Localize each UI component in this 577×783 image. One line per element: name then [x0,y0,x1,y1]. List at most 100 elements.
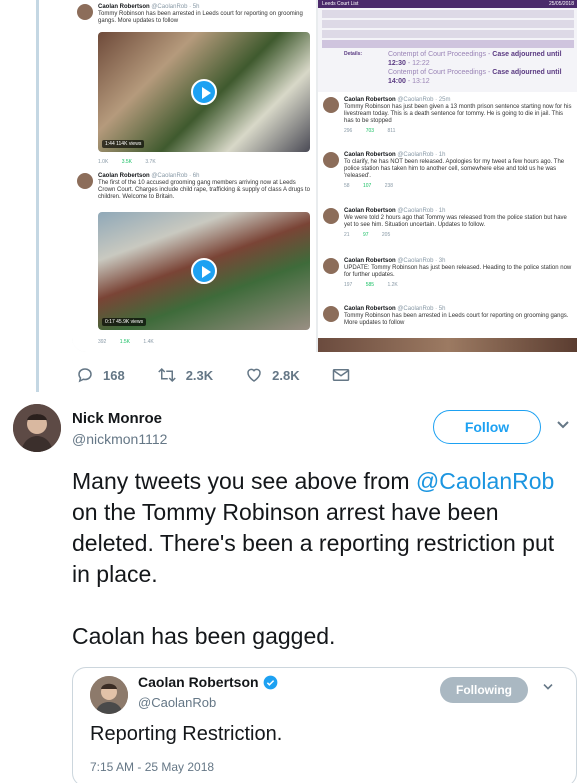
court-line-2-time: - 13:12 [405,78,430,85]
mini-tweet-text: We were told 2 hours ago that Tommy was … [344,215,567,228]
avatar [323,258,339,274]
mini-tweet-text: Tommy Robinson has been arrested in Leed… [98,11,303,24]
profile-photo [90,676,128,714]
avatar [77,173,93,189]
mini-tweet-image-strip [318,338,577,352]
avatar [323,97,339,113]
verified-badge-icon [263,675,277,689]
avatar[interactable] [90,676,128,714]
mini-tweet-actions: 392 1.5K 1.4K [72,336,316,346]
court-details-label: Details: [344,51,363,57]
mention-link[interactable]: @CaolanRob [416,468,554,494]
mini-tweet-text: To clarify, he has NOT been released. Ap… [344,159,565,179]
mini-tweet-handle: @CaolanRob · 5h [151,4,200,10]
retweet-count: 585 [365,282,375,288]
reply-count: 392 [98,339,107,345]
avatar [323,152,339,168]
direct-message-button[interactable] [332,367,359,383]
video-thumbnail[interactable]: 0:17 45.9K views [98,212,310,330]
like-count: 238 [384,183,394,189]
court-row [322,20,574,28]
mini-tweet-handle: @CaolanRob · 6h [151,173,200,179]
mini-tweet-text: Tommy Robinson has just been given a 13 … [344,104,572,124]
like-count: 2.8K [272,367,300,383]
quoted-author-name-text: Caolan Robertson [138,674,259,690]
mini-tweet: Caolan Robertson @CaolanRob · 3h UPDATE:… [318,258,577,289]
author-name[interactable]: Nick Monroe [72,410,162,427]
reply-count: 168 [103,367,125,383]
mini-tweet: Caolan Robertson @CaolanRob · 5h Tommy R… [318,306,577,327]
collage-left-column: Caolan Robertson @CaolanRob · 5h Tommy R… [72,0,316,352]
mini-tweet-text: UPDATE: Tommy Robinson has just been rel… [344,265,572,278]
tweet-action-bar: 168 2.3K 2.8K [76,366,391,384]
quoted-author-name[interactable]: Caolan Robertson [138,674,278,690]
mini-tweet-name: Caolan Robertson [344,258,396,264]
play-icon[interactable] [191,79,217,105]
avatar [323,306,339,322]
author-handle[interactable]: @nickmon1112 [72,431,167,447]
retweet-icon [157,367,176,383]
tweet-text: Many tweets you see above from @CaolanRo… [72,466,572,683]
mini-tweet: Caolan Robertson @CaolanRob · 1h We were… [318,208,577,239]
retweet-count: 97 [362,232,369,238]
mini-tweet: Caolan Robertson @CaolanRob · 6h The fir… [72,173,316,201]
mini-tweet-actions: 1.0K 3.5K 3.7K [72,156,316,166]
quoted-tweet-timestamp[interactable]: 7:15 AM - 25 May 2018 [90,760,214,774]
mini-tweet-name: Caolan Robertson [344,306,396,312]
follow-button[interactable]: Follow [433,410,541,444]
chevron-down-icon[interactable] [556,420,570,430]
court-line-2: Contempt of Court Proceedings - [388,69,493,76]
retweet-count: 3.5K [121,159,132,165]
court-list-date: 25/05/2018 [548,1,574,7]
mini-tweet: Caolan Robertson @CaolanRob · 25m Tommy … [318,97,577,135]
mini-tweet-text: The first of the 10 accused grooming gan… [98,180,310,200]
court-line-1-time: - 12:22 [405,60,430,67]
tweet-media-image[interactable]: Caolan Robertson @CaolanRob · 5h Tommy R… [72,0,577,352]
mini-tweet-name: Caolan Robertson [344,97,396,103]
court-list-header: Leeds Court List 25/05/2018 [318,0,577,8]
like-count: 1.4K [143,339,154,345]
retweet-button[interactable]: 2.3K [157,366,213,384]
mini-tweet-name: Caolan Robertson [98,173,150,179]
reply-count: 1.0K [98,159,109,165]
chevron-down-icon[interactable] [542,683,554,691]
reply-button[interactable]: 168 [76,366,125,384]
retweet-count: 107 [362,183,372,189]
reply-count: 21 [344,232,350,238]
like-count: 811 [387,128,396,134]
tweet-paragraph: Many tweets you see above from @CaolanRo… [72,466,572,590]
heart-icon [247,368,261,382]
avatar [323,208,339,224]
mini-tweet-handle: @CaolanRob · 1h [397,208,446,214]
court-details: Details: Contempt of Court Proceedings -… [344,50,577,86]
video-thumbnail[interactable]: 1:44 114K views [98,32,310,152]
reply-icon [78,368,92,383]
profile-photo [13,404,61,452]
quoted-tweet[interactable]: Caolan Robertson @CaolanRob Following Re… [72,667,577,783]
reply-count: 296 [344,128,353,134]
retweet-count: 703 [365,128,375,134]
like-count: 3.7K [145,159,156,165]
tweet-paragraph: Caolan has been gagged. [72,623,336,649]
retweet-count: 1.5K [119,339,131,345]
mini-tweet-name: Caolan Robertson [98,4,150,10]
mini-tweet: Caolan Robertson @CaolanRob · 1h To clar… [318,152,577,190]
court-row-selected [322,40,574,48]
envelope-icon [332,369,349,381]
mini-tweet-name: Caolan Robertson [344,152,396,158]
reply-count: 58 [344,183,350,189]
mini-tweet-handle: @CaolanRob · 1h [397,152,446,158]
mini-tweet-handle: @CaolanRob · 5h [397,306,446,312]
quoted-author-handle[interactable]: @CaolanRob [138,695,216,710]
following-button[interactable]: Following [440,677,528,703]
reply-count: 197 [344,282,353,288]
court-row [322,10,574,18]
avatar[interactable] [13,404,61,452]
video-views-badge: 1:44 114K views [102,140,145,148]
retweet-count: 2.3K [185,367,214,383]
play-icon[interactable] [191,258,217,284]
tweet-text-prefix: Many tweets you see above from [72,468,416,494]
video-views-badge: 0:17 45.9K views [102,318,147,326]
tweet-text-suffix: on the Tommy Robinson arrest have been d… [72,499,555,587]
like-button[interactable]: 2.8K [245,366,300,384]
